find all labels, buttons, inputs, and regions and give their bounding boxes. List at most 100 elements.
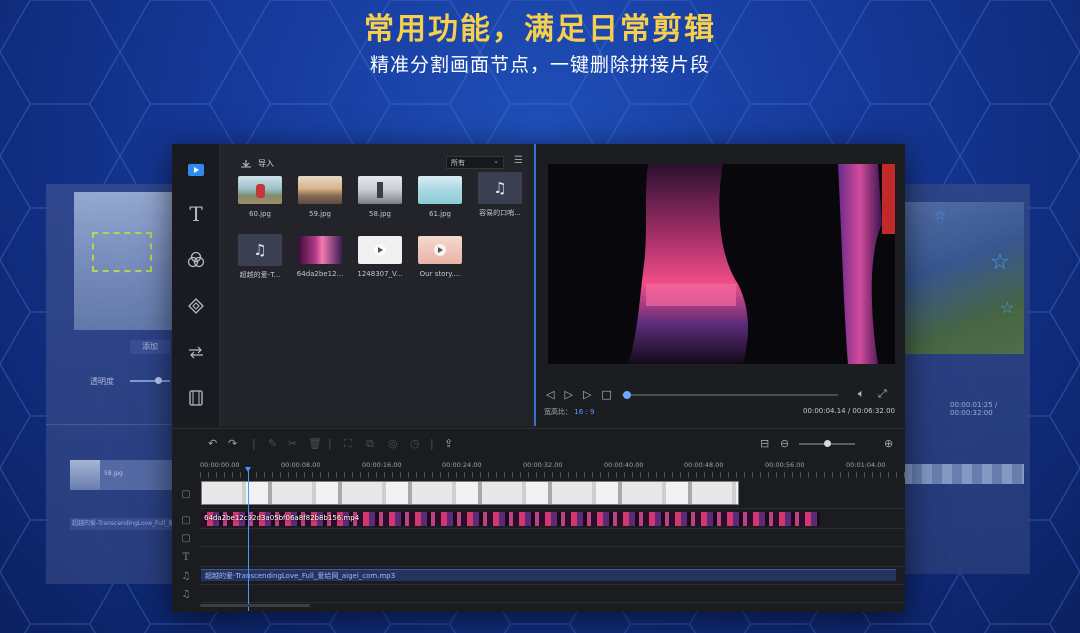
ghost-timecode: 00:00:01:25 / 00:00:32:00 [950,401,998,417]
media-label: 58.jpg [369,210,391,218]
star-icon: ☆ [1000,298,1015,317]
music-track-icon[interactable]: ♫ [172,567,200,585]
text-track-icon[interactable]: T [172,547,200,567]
audio-clip[interactable]: 超越的爱-TranscendingLove_Full_爱给网_aigei_com… [201,569,896,581]
media-label: 超越的爱-T... [239,271,281,279]
duration-icon[interactable]: ◷ [410,437,420,450]
media-item[interactable]: ♫ 超越的爱-T... [236,234,284,280]
aspect-value: 16 : 9 [574,408,595,416]
media-item[interactable]: 64da2be12... [296,236,344,278]
media-item[interactable]: 58.jpg [356,176,404,218]
sidebar-item-transitions[interactable] [172,334,220,370]
export-icon[interactable]: ⇪ [444,437,453,450]
aspect-ratio[interactable]: 宽高比： 16 : 9 [544,407,594,417]
headline: 常用功能，满足日常剪辑 [364,12,716,47]
crop-icon[interactable]: ⛶ [344,437,352,451]
media-item[interactable]: 61.jpg [416,176,464,218]
ghost-clip-thumb [70,460,100,490]
background-editor-right: ☆ ☆ ☆ 00:00:01:25 / 00:00:32:00 [902,184,1030,574]
ruler-label: 00:00:16.00 [362,461,402,469]
video-track-icon[interactable]: ▢ [172,479,200,509]
media-item[interactable]: ♫ 容易的口哨... [476,172,524,218]
media-label: 1248307_V... [357,270,403,278]
zoom-slider[interactable] [799,440,855,447]
text-track [200,547,905,567]
time-ruler[interactable]: 00:00:00.00 00:00:08.00 00:00:16.00 00:0… [200,457,905,479]
media-item[interactable]: 60.jpg [236,176,284,218]
media-label: 60.jpg [249,210,271,218]
ruler-label: 00:00:32.00 [523,461,563,469]
pip-clip-label: 64da2be12c92d3a05bf06a8f82b8b156.mp4 [204,514,360,522]
subheadline: 精准分割画面节点，一键删除拼接片段 [369,54,710,76]
ruler-label: 00:00:40.00 [604,461,644,469]
playback-progress-bar[interactable] [622,391,838,399]
music-note-icon: ♫ [478,172,522,204]
ghost-video-clip: 58.jpg [70,460,174,490]
voice-track-icon[interactable]: ♫ [172,585,200,603]
divider: | [430,437,434,450]
divider: | [328,437,332,450]
zoom-out-icon[interactable]: ⊖ [780,437,789,450]
media-filter-select[interactable]: 所有 ⌄ [446,156,504,169]
background-editor-left: 添加 透明度 58.jpg 超越的爱-TranscendingLove_Full… [46,184,176,584]
sidebar: T [172,144,220,426]
media-label: 容易的口哨... [479,209,521,217]
ghost-video-track [902,464,1024,484]
star-icon: ☆ [990,250,1010,275]
ruler-label: 00:00:48.00 [684,461,724,469]
playhead[interactable] [245,467,251,611]
sidebar-item-text[interactable]: T [172,196,220,232]
import-icon [241,159,251,168]
media-thumbnail [418,236,462,264]
sidebar-item-media[interactable] [172,152,220,188]
previous-frame-icon[interactable]: ◁ [546,388,554,401]
play-icon[interactable]: ▷ [564,388,572,401]
text-icon: T [189,202,203,226]
undo-icon[interactable]: ↶ [208,437,217,450]
music-note-icon: ♫ [238,234,282,266]
sidebar-item-filters[interactable] [172,242,220,278]
next-frame-icon[interactable]: ▷ [583,388,591,401]
ruler-label: 00:00:08.00 [281,461,321,469]
pip-video-clip[interactable]: 64da2be12c92d3a05bf06a8f82b8b156.mp4 [201,512,820,526]
fullscreen-icon[interactable]: ⤢ [878,387,887,401]
media-item[interactable]: Our story.... [416,236,464,278]
ghost-opacity-slider [130,377,170,384]
ruler-label: 00:00:56.00 [765,461,805,469]
media-thumbnail [358,236,402,264]
timeline: ↶ ↷ | ✎ ✂ 🗑︎ | ⛶ ⧉ ◎ ◷ | ⇪ ⊟ ⊖ ⊕ 00:00:0… [172,428,905,612]
preview-frame [548,164,895,364]
playback-timecode: 00:00:04.14 / 00:06:32.00 [803,407,895,415]
timeline-scrollbar[interactable] [200,604,310,607]
sidebar-item-overlays[interactable] [172,288,220,324]
media-icon [188,164,204,176]
list-view-icon[interactable]: ☰ [514,156,524,166]
crop-selection-box [92,232,152,272]
media-thumbnail [418,176,462,204]
edit-icon[interactable]: ✎ [268,437,277,450]
stop-icon[interactable]: □ [601,388,611,401]
sidebar-item-elements[interactable] [172,380,220,416]
video-clip[interactable] [201,481,739,505]
chevron-down-icon: ⌄ [493,157,499,165]
import-label: 导入 [258,159,274,168]
cut-icon[interactable]: ✂ [288,437,297,450]
pip-track: 64da2be12c92d3a05bf06a8f82b8b156.mp4 [200,511,905,529]
zoom-knob[interactable] [824,440,831,447]
media-item[interactable]: 1248307_V... [356,236,404,278]
pip-track-icon[interactable]: ▢ [172,511,200,529]
overlay-track-icon[interactable]: ▢ [172,529,200,547]
timeline-toolbar: ↶ ↷ | ✎ ✂ 🗑︎ | ⛶ ⧉ ◎ ◷ | ⇪ ⊟ ⊖ ⊕ [172,429,905,457]
play-icon [374,244,386,256]
ghost-toolbar [46,424,176,442]
audio-clip-label: 超越的爱-TranscendingLove_Full_爱给网_aigei_com… [205,572,396,580]
speed-icon[interactable]: ◎ [388,437,398,450]
redo-icon[interactable]: ↷ [228,437,237,450]
media-item[interactable]: 59.jpg [296,176,344,218]
import-button[interactable]: 导入 [240,158,274,169]
delete-icon[interactable]: 🗑︎ [308,437,322,450]
volume-icon[interactable]: 🔈︎ [858,387,865,401]
zoom-in-icon[interactable]: ⊕ [884,437,893,450]
freeze-icon[interactable]: ⧉ [366,437,374,451]
fit-timeline-icon[interactable]: ⊟ [760,437,769,450]
